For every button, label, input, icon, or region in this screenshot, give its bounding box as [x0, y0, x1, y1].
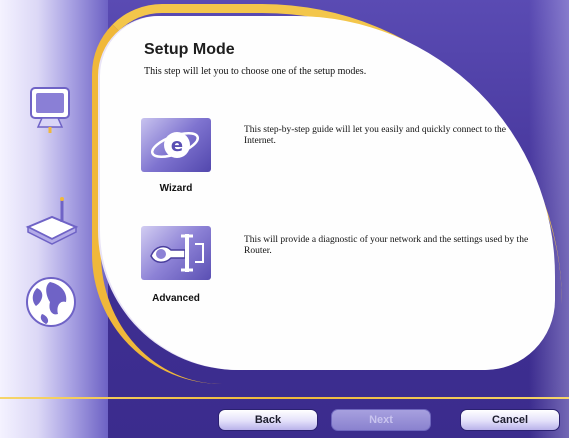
bottom-divider: [0, 397, 569, 399]
globe-icon: [26, 277, 76, 327]
back-button[interactable]: Back: [218, 409, 318, 431]
router-icon: [25, 197, 79, 245]
advanced-description: This will provide a diagnostic of your n…: [244, 235, 529, 256]
page-subtitle: This step will let you to choose one of …: [144, 66, 367, 77]
page-title: Setup Mode: [144, 41, 235, 58]
wizard-e-icon[interactable]: e: [141, 118, 211, 172]
advanced-label[interactable]: Advanced: [137, 293, 215, 304]
wizard-description: This step-by-step guide will let you eas…: [244, 125, 506, 146]
monitor-icon: [30, 87, 70, 133]
svg-text:e: e: [171, 135, 183, 156]
advanced-tools-icon[interactable]: [141, 226, 211, 280]
cancel-button[interactable]: Cancel: [460, 409, 560, 431]
next-button[interactable]: Next: [331, 409, 431, 431]
wizard-label[interactable]: Wizard: [144, 183, 208, 194]
setup-window: Setup Mode This step will let you to cho…: [0, 0, 569, 438]
